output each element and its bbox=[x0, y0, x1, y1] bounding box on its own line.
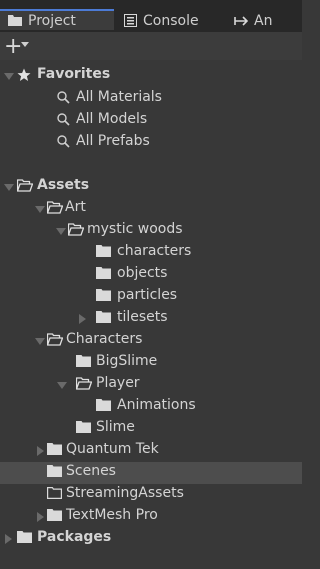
add-dropdown-arrow-icon[interactable] bbox=[21, 42, 29, 47]
animation-icon bbox=[234, 15, 248, 26]
tree-item-player[interactable]: Player bbox=[0, 374, 302, 396]
collapse-arrow-icon[interactable] bbox=[37, 512, 44, 522]
expand-arrow-icon[interactable] bbox=[35, 206, 45, 213]
tree-label: tilesets bbox=[117, 309, 168, 325]
tree-item-quantum-tek[interactable]: Quantum Tek bbox=[0, 440, 302, 462]
tree-label: TextMesh Pro bbox=[66, 507, 158, 523]
tree-label: Animations bbox=[117, 397, 196, 413]
tree-item-all-prefabs[interactable]: All Prefabs bbox=[0, 132, 302, 154]
tree-item-all-materials[interactable]: All Materials bbox=[0, 88, 302, 110]
tree-item-packages[interactable]: Packages bbox=[0, 528, 302, 550]
tree-label: Art bbox=[65, 199, 86, 215]
tab-console[interactable]: Console bbox=[124, 9, 199, 32]
search-icon bbox=[57, 113, 70, 126]
tree-item-assets[interactable]: Assets bbox=[0, 176, 302, 198]
folder-empty-icon bbox=[47, 487, 62, 499]
folder-icon bbox=[47, 509, 62, 521]
tree-item-textmesh-pro[interactable]: TextMesh Pro bbox=[0, 506, 302, 528]
tree-item-slime[interactable]: Slime bbox=[0, 418, 302, 440]
folder-icon bbox=[76, 355, 91, 367]
tree-label: Characters bbox=[66, 331, 143, 347]
tree-item-art[interactable]: Art bbox=[0, 198, 302, 220]
tree-label: StreamingAssets bbox=[66, 485, 184, 501]
expand-arrow-icon[interactable] bbox=[4, 73, 14, 80]
folder-icon bbox=[96, 399, 111, 411]
tree-label: Slime bbox=[96, 419, 135, 435]
tree-label: All Models bbox=[76, 111, 148, 127]
folder-icon bbox=[47, 443, 62, 455]
tree-item-bigslime[interactable]: BigSlime bbox=[0, 352, 302, 374]
tree-item-mystic-woods[interactable]: mystic woods bbox=[0, 220, 302, 242]
tree-label: characters bbox=[117, 243, 192, 259]
expand-arrow-icon[interactable] bbox=[57, 382, 67, 389]
folder-icon bbox=[47, 465, 62, 477]
folder-icon bbox=[96, 289, 111, 301]
tree-item-favorites[interactable]: Favorites bbox=[0, 65, 302, 87]
tree-item-animations[interactable]: Animations bbox=[0, 396, 302, 418]
folder-open-icon bbox=[47, 201, 63, 214]
collapse-arrow-icon[interactable] bbox=[79, 314, 86, 324]
tab-bar: Project Console An bbox=[0, 0, 302, 32]
console-icon bbox=[124, 14, 137, 27]
tree-label: mystic woods bbox=[87, 221, 183, 237]
folder-icon bbox=[8, 15, 22, 26]
toolbar: + bbox=[0, 32, 302, 60]
expand-arrow-icon[interactable] bbox=[56, 228, 66, 235]
collapse-arrow-icon[interactable] bbox=[37, 446, 44, 456]
search-icon bbox=[57, 91, 70, 104]
add-button[interactable]: + bbox=[4, 36, 22, 58]
tree-label: All Materials bbox=[76, 89, 162, 105]
search-icon bbox=[57, 135, 70, 148]
tree-item-all-models[interactable]: All Models bbox=[0, 110, 302, 132]
tree-label: Quantum Tek bbox=[66, 441, 159, 457]
tree-item-particles[interactable]: particles bbox=[0, 286, 302, 308]
star-icon bbox=[17, 68, 31, 81]
tree-item-objects[interactable]: objects bbox=[0, 264, 302, 286]
tree-label: Favorites bbox=[37, 66, 111, 82]
folder-icon bbox=[76, 421, 91, 433]
tree-label: particles bbox=[117, 287, 178, 303]
tree-label: Scenes bbox=[66, 463, 116, 479]
tree-item-streaming-assets[interactable]: StreamingAssets bbox=[0, 484, 302, 506]
tree-label: Player bbox=[96, 375, 140, 391]
tree-label: Packages bbox=[37, 529, 112, 545]
folder-icon bbox=[96, 267, 111, 279]
tree-label: BigSlime bbox=[96, 353, 158, 369]
folder-open-icon bbox=[76, 377, 92, 390]
tab-console-label: Console bbox=[143, 12, 199, 29]
tree-label: All Prefabs bbox=[76, 133, 150, 149]
folder-open-icon bbox=[68, 223, 84, 236]
tree-item-characters-sub[interactable]: characters bbox=[0, 242, 302, 264]
tree-item-scenes[interactable]: Scenes bbox=[0, 462, 302, 484]
tab-animation-label: An bbox=[254, 12, 273, 29]
folder-icon bbox=[96, 311, 111, 323]
folder-open-icon bbox=[17, 179, 33, 192]
tree-item-tilesets[interactable]: tilesets bbox=[0, 308, 302, 330]
tab-project[interactable]: Project bbox=[0, 9, 114, 30]
tree-item-characters[interactable]: Characters bbox=[0, 330, 302, 352]
expand-arrow-icon[interactable] bbox=[35, 338, 45, 345]
tab-project-label: Project bbox=[28, 12, 76, 29]
folder-icon bbox=[17, 531, 32, 543]
folder-open-icon bbox=[47, 333, 63, 346]
tree-label: Assets bbox=[37, 177, 90, 193]
folder-icon bbox=[96, 245, 111, 257]
collapse-arrow-icon[interactable] bbox=[5, 534, 12, 544]
tree-label: objects bbox=[117, 265, 168, 281]
expand-arrow-icon[interactable] bbox=[4, 184, 14, 191]
tab-animation[interactable]: An bbox=[234, 9, 272, 32]
